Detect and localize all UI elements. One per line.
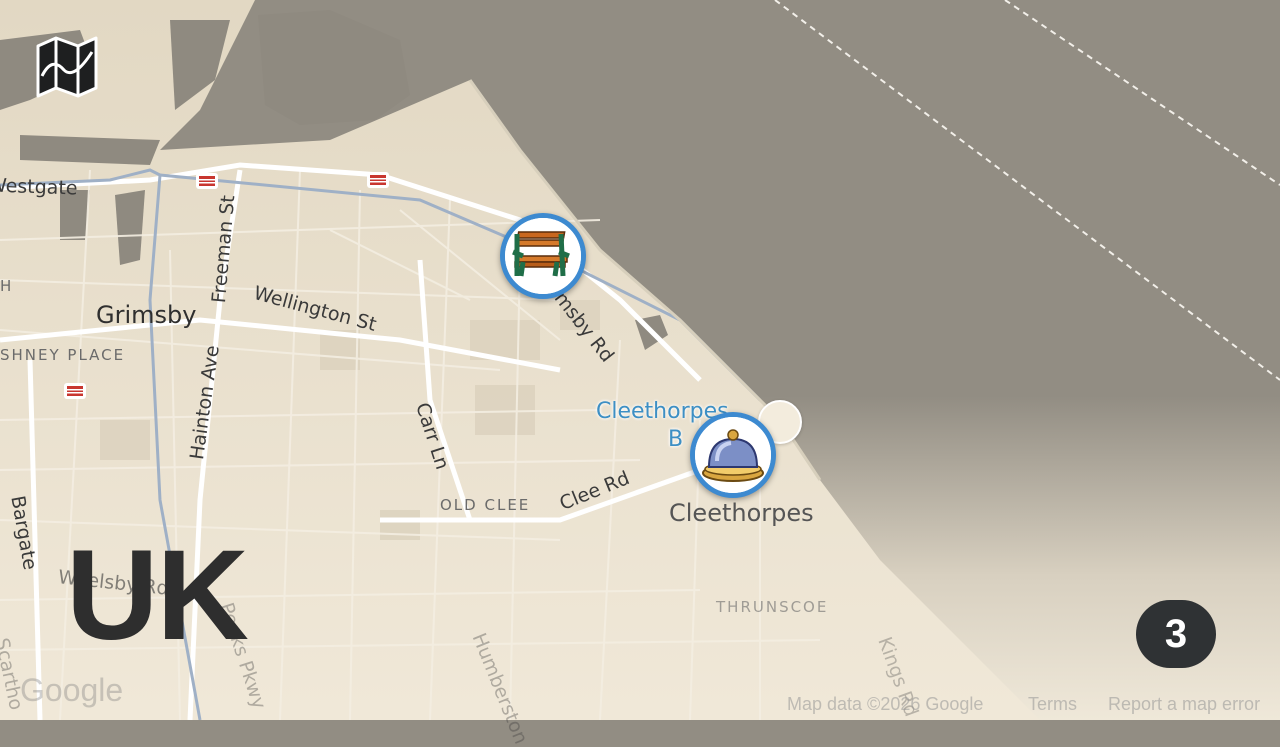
street-label-westgate: Westgate <box>0 174 78 200</box>
district-label-thrunscoe: THRUNSCOE <box>716 598 829 616</box>
service-bell-icon <box>695 417 771 493</box>
district-label-old-clee: OLD CLEE <box>440 496 531 514</box>
town-label-cleethorpes: Cleethorpes <box>669 499 814 527</box>
bench-marker[interactable] <box>500 213 586 299</box>
report-map-error-link[interactable]: Report a map error <box>1108 694 1260 718</box>
district-label-edge: H <box>0 277 14 295</box>
service-bell-marker[interactable] <box>690 412 776 498</box>
train-station-icon[interactable] <box>64 383 86 399</box>
map-data-attribution: Map data ©2026 Google <box>787 694 984 714</box>
town-label-grimsby: Grimsby <box>96 301 197 329</box>
terms-link[interactable]: Terms <box>1028 694 1077 718</box>
google-logo: Google <box>20 672 124 708</box>
round-counter-badge: 3 <box>1136 600 1216 668</box>
map-logo-icon[interactable] <box>34 36 100 103</box>
train-station-icon[interactable] <box>196 173 218 189</box>
bench-icon <box>505 218 581 294</box>
district-label-freshney-place: SHNEY PLACE <box>0 346 126 364</box>
poi-label-beach-line2: B <box>668 427 684 452</box>
country-label: UK <box>66 524 249 667</box>
train-station-icon[interactable] <box>367 172 389 188</box>
